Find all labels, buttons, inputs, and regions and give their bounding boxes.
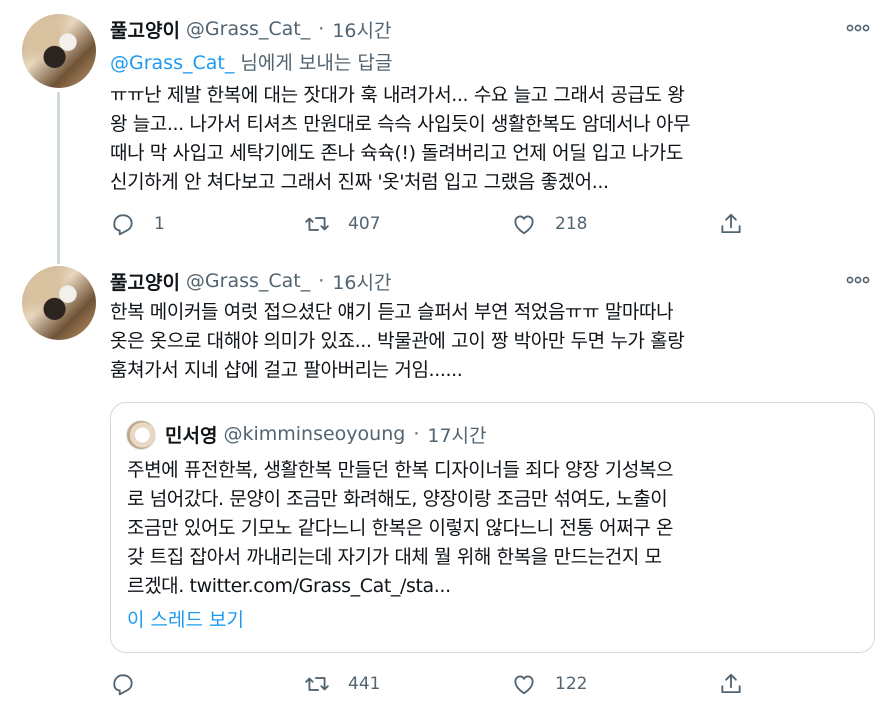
- like-button[interactable]: 122: [511, 669, 587, 699]
- quoted-text-line: 갖 트집 잡아서 까내리는데 자기가 대체 뭘 위해 한복을 만드는건지 모: [127, 546, 662, 568]
- display-name[interactable]: 풀고양이: [110, 16, 180, 43]
- quoted-tweet-text: 주변에 퓨전한복, 생활한복 만들던 한복 디자이너들 죄다 양장 기성복으 로…: [127, 456, 862, 601]
- timestamp[interactable]: 16시간: [332, 268, 391, 295]
- tweet-text-line: 옷은 옷으로 대해야 의미가 있죠... 박물관에 고이 짱 박아만 두면 누가…: [110, 330, 685, 352]
- separator-dot: ·: [318, 270, 325, 292]
- user-handle[interactable]: @Grass_Cat_: [186, 270, 310, 292]
- quoted-text-line: 조금만 있어도 기모노 같다느니 한복은 이렇지 않다느니 전통 어쩌구 온: [127, 517, 674, 539]
- tweet-header: 풀고양이 @Grass_Cat_ · 16시간: [110, 14, 391, 44]
- reply-button[interactable]: [110, 669, 154, 699]
- retweet-count: 441: [348, 674, 381, 694]
- show-thread-link[interactable]: 이 스레드 보기: [127, 605, 244, 632]
- like-icon: [514, 215, 534, 235]
- share-icon: [721, 673, 741, 694]
- like-button[interactable]: 218: [511, 209, 587, 239]
- share-icon: [721, 213, 741, 234]
- quoted-tweet[interactable]: 민서영 @kimminseoyoung · 17시간 주변에 퓨전한복, 생활한…: [110, 402, 875, 653]
- more-icon[interactable]: [845, 18, 871, 38]
- retweet-icon: [305, 677, 329, 691]
- action-bar: 441 122: [110, 669, 750, 699]
- retweet-button[interactable]: 441: [304, 669, 380, 699]
- reply-count: 1: [154, 214, 165, 234]
- tweet-text-line: 때나 막 사입고 세탁기에도 존나 슉슉(!) 돌려버리고 언제 어딜 입고 나…: [110, 142, 683, 164]
- separator-dot: ·: [413, 423, 420, 445]
- quoted-tweet-header: 민서영 @kimminseoyoung · 17시간: [165, 419, 487, 449]
- retweet-count: 407: [348, 214, 381, 234]
- display-name[interactable]: 풀고양이: [110, 268, 180, 295]
- quoted-text-line: 르겠대. twitter.com/Grass_Cat_/sta...: [127, 575, 451, 597]
- retweet-icon: [305, 217, 329, 231]
- like-icon: [514, 675, 534, 695]
- action-bar: 1 407 218: [110, 209, 750, 239]
- retweet-button[interactable]: 407: [304, 209, 380, 239]
- quoted-display-name: 민서영: [165, 424, 218, 447]
- reply-button[interactable]: 1: [110, 209, 165, 239]
- more-icon[interactable]: [845, 270, 871, 290]
- tweet-text-line: ㅠㅠ난 제발 한복에 대는 잣대가 훅 내려가서... 수요 늘고 그래서 공급…: [110, 84, 685, 106]
- separator-dot: ·: [318, 18, 325, 40]
- quoted-timestamp: 17시간: [427, 424, 487, 447]
- like-count: 122: [555, 674, 588, 694]
- timestamp[interactable]: 16시간: [332, 16, 391, 43]
- reply-mention-link[interactable]: @Grass_Cat_: [110, 52, 234, 74]
- reply-icon: [113, 674, 133, 696]
- like-count: 218: [555, 214, 588, 234]
- avatar[interactable]: [22, 14, 96, 88]
- tweet-text-line: 훔쳐가서 지네 샵에 걸고 팔아버리는 거임......: [110, 359, 463, 381]
- share-button[interactable]: [718, 669, 762, 699]
- quoted-text-line: 주변에 퓨전한복, 생활한복 만들던 한복 디자이너들 죄다 양장 기성복으: [127, 459, 674, 481]
- reply-to-label: 님에게 보내는 답글: [234, 52, 393, 74]
- avatar[interactable]: [22, 266, 96, 340]
- tweet-text-line: 신기하게 안 쳐다보고 그래서 진짜 '옷'처럼 입고 그랬음 좋겠어...: [110, 171, 609, 193]
- quoted-text-line: 로 넘어갔다. 문양이 조금만 화려해도, 양장이랑 조금만 섞여도, 노출이: [127, 488, 668, 510]
- tweet-1[interactable]: 풀고양이 @Grass_Cat_ · 16시간 @Grass_Cat_ 님에게 …: [0, 0, 895, 264]
- tweet-header: 풀고양이 @Grass_Cat_ · 16시간: [110, 266, 391, 296]
- reply-icon: [113, 214, 133, 236]
- tweet-text-line: 왕 늘고... 나가서 티셔츠 만원대로 슥슥 사입듯이 생활한복도 암데서나 …: [110, 113, 691, 135]
- tweet-text-line: 한복 메이커들 여럿 접으셨단 얘기 듣고 슬퍼서 부연 적었음ㅠㅠ 말마따나: [110, 301, 674, 323]
- tweet-text: ㅠㅠ난 제발 한복에 대는 잣대가 훅 내려가서... 수요 늘고 그래서 공급…: [110, 81, 870, 197]
- quoted-avatar: [126, 420, 156, 450]
- thread-connector-line: [57, 92, 60, 264]
- tweet-text: 한복 메이커들 여럿 접으셨단 얘기 듣고 슬퍼서 부연 적었음ㅠㅠ 말마따나 …: [110, 298, 870, 385]
- share-button[interactable]: [718, 209, 762, 239]
- quoted-user-handle: @kimminseoyoung: [223, 423, 406, 445]
- replying-to: @Grass_Cat_ 님에게 보내는 답글: [110, 48, 392, 75]
- user-handle[interactable]: @Grass_Cat_: [186, 18, 310, 40]
